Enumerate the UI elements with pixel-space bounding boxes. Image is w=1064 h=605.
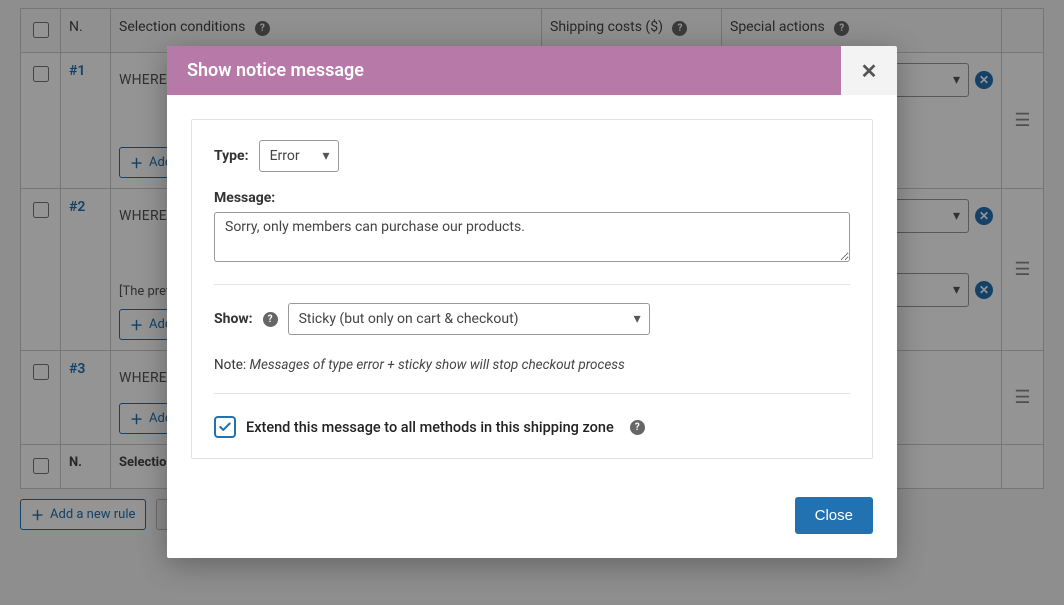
type-row: Type: Error ▾: [214, 140, 850, 172]
modal-close-button[interactable]: ✕: [841, 46, 897, 95]
close-button[interactable]: Close: [795, 497, 873, 534]
modal-title: Show notice message: [167, 46, 841, 95]
notice-modal: Show notice message ✕ Type: Error ▾ Mess…: [167, 46, 897, 558]
show-value: Sticky (but only on cart & checkout): [299, 311, 519, 327]
help-icon[interactable]: ?: [630, 420, 645, 435]
message-textarea[interactable]: [214, 212, 850, 262]
modal-body: Type: Error ▾ Message: Show: ? Sticky (b…: [167, 95, 897, 483]
type-label: Type:: [214, 148, 249, 164]
chevron-down-icon: ▾: [634, 311, 641, 327]
divider: [214, 393, 850, 394]
show-select[interactable]: Sticky (but only on cart & checkout) ▾: [288, 303, 650, 335]
note-text: Messages of type error + sticky show wil…: [250, 357, 625, 373]
close-icon: ✕: [861, 59, 878, 83]
message-block: Message:: [214, 190, 850, 266]
divider: [214, 284, 850, 285]
extend-checkbox[interactable]: [214, 416, 236, 438]
message-label: Message:: [214, 190, 850, 206]
modal-panel: Type: Error ▾ Message: Show: ? Sticky (b…: [191, 119, 873, 459]
type-select[interactable]: Error ▾: [259, 140, 339, 172]
note-line: Note: Messages of type error + sticky sh…: [214, 357, 850, 373]
extend-row: Extend this message to all methods in th…: [214, 416, 850, 438]
check-icon: [218, 420, 232, 434]
note-prefix: Note:: [214, 357, 246, 373]
modal-overlay: Show notice message ✕ Type: Error ▾ Mess…: [0, 0, 1064, 605]
show-row: Show: ? Sticky (but only on cart & check…: [214, 303, 850, 335]
modal-footer: Close: [167, 483, 897, 558]
type-value: Error: [270, 148, 300, 164]
help-icon[interactable]: ?: [263, 312, 278, 327]
modal-header: Show notice message ✕: [167, 46, 897, 95]
show-label: Show:: [214, 311, 253, 327]
extend-label: Extend this message to all methods in th…: [246, 419, 614, 436]
chevron-down-icon: ▾: [323, 148, 330, 164]
